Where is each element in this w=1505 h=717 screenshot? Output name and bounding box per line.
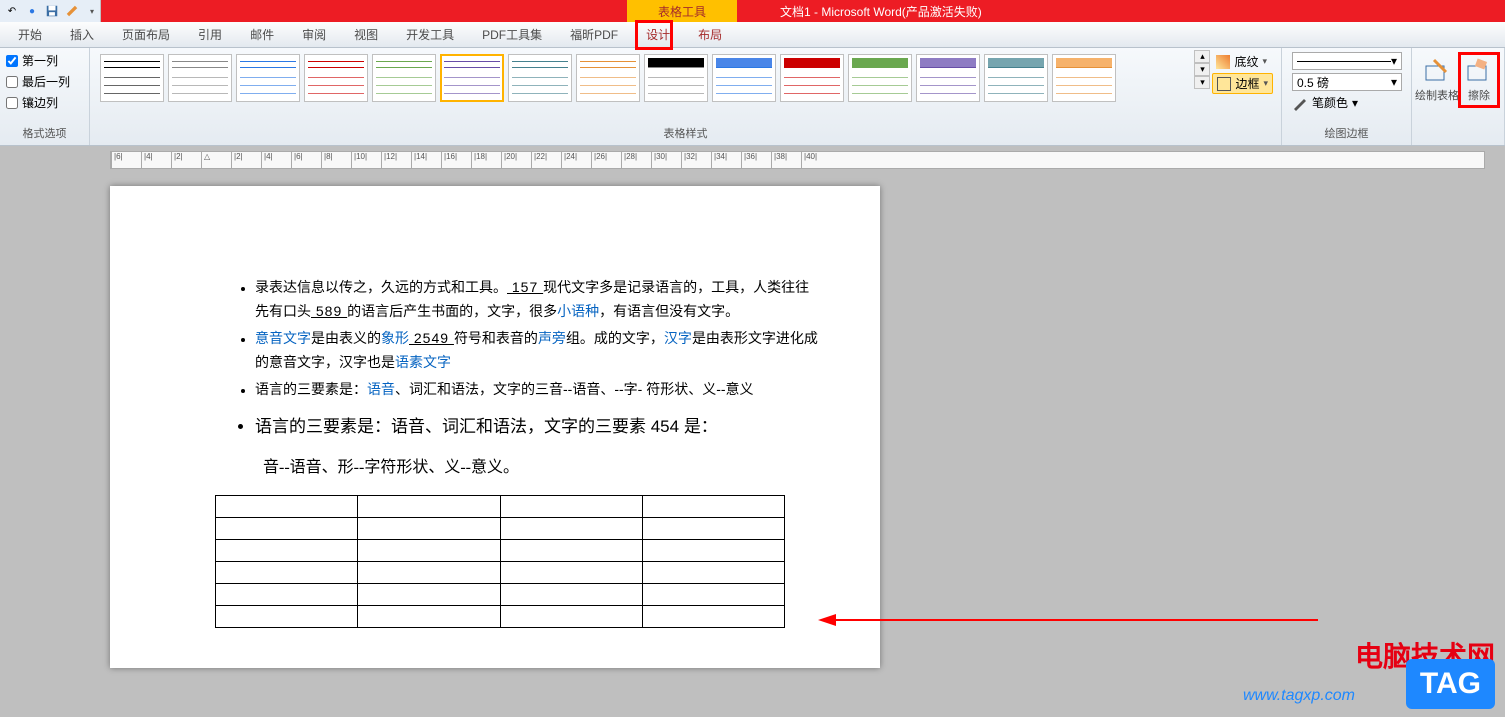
paint-bucket-icon xyxy=(1216,55,1230,69)
style-swatch-2[interactable] xyxy=(168,54,232,102)
group-table-styles: ▴ ▾ ▾ 底纹▾ 边框▾ 表格样式 xyxy=(90,48,1282,145)
link-xiangxing[interactable]: 象形 xyxy=(381,330,409,346)
style-options-checks: 第一列 最后一列 镶边列 xyxy=(6,50,83,111)
qat-dropdown-icon[interactable]: ▾ xyxy=(84,3,100,19)
link-shengpang[interactable]: 声旁 xyxy=(538,330,566,346)
plain-line[interactable]: 音--语音、形--字符形状、义--意义。 xyxy=(263,453,820,477)
pen-color-button[interactable]: 笔颜色▾ xyxy=(1292,94,1401,111)
style-swatch-15[interactable] xyxy=(1052,54,1116,102)
group-label-draw-borders: 绘图边框 xyxy=(1288,125,1405,143)
ribbon-tabs: 开始 插入 页面布局 引用 邮件 审阅 视图 开发工具 PDF工具集 福昕PDF… xyxy=(0,22,1505,48)
checkbox-first-column[interactable] xyxy=(6,55,18,67)
gallery-scroll-up[interactable]: ▴ xyxy=(1194,50,1210,63)
style-swatch-13[interactable] xyxy=(916,54,980,102)
border-icon xyxy=(1217,77,1231,91)
document-canvas: |6||4||2|△ |2||4||6||8| |10||12||14||16|… xyxy=(0,146,1505,717)
pencil-table-icon xyxy=(1423,57,1451,85)
save-icon[interactable] xyxy=(44,3,60,19)
style-swatch-12[interactable] xyxy=(848,54,912,102)
tab-review[interactable]: 审阅 xyxy=(288,22,340,48)
draw-table-button[interactable]: 绘制表格 xyxy=(1416,52,1458,108)
style-swatch-6-selected[interactable] xyxy=(440,54,504,102)
undo-icon[interactable]: ↶ xyxy=(4,3,20,19)
window-title: 文档1 - Microsoft Word(产品激活失败) xyxy=(780,3,982,20)
link-yiyinwenzi[interactable]: 意音文字 xyxy=(255,330,311,346)
check-banded-columns[interactable]: 镶边列 xyxy=(6,94,83,111)
tab-table-layout[interactable]: 布局 xyxy=(684,22,736,48)
style-swatch-11[interactable] xyxy=(780,54,844,102)
table-row[interactable] xyxy=(216,539,785,561)
table-row[interactable] xyxy=(216,583,785,605)
edit-icon[interactable] xyxy=(64,3,80,19)
bullet-1[interactable]: 录表达信息以传之，久远的方式和工具。 157 现代文字多是记录语言的，工具，人类… xyxy=(255,276,820,325)
table-styles-gallery xyxy=(96,50,1194,106)
tab-page-layout[interactable]: 页面布局 xyxy=(108,22,184,48)
tab-foxit-pdf[interactable]: 福昕PDF xyxy=(556,22,632,48)
group-style-options: 第一列 最后一列 镶边列 格式选项 xyxy=(0,48,90,145)
shading-button[interactable]: 底纹▾ xyxy=(1212,52,1273,71)
shading-borders-buttons: 底纹▾ 边框▾ xyxy=(1210,50,1275,96)
check-last-column[interactable]: 最后一列 xyxy=(6,73,83,90)
title-bar: ↶ ● ▾ 表格工具 文档1 - Microsoft Word(产品激活失败) xyxy=(0,0,1505,22)
link-xiaoyuzhong[interactable]: 小语种 xyxy=(557,303,599,319)
document-table[interactable] xyxy=(215,495,785,628)
bullet-4[interactable]: 语言的三要素是：语音、词汇和语法，文字的三要素 454 是： xyxy=(255,412,820,437)
tab-table-design[interactable]: 设计 xyxy=(632,22,684,48)
group-label-style-options: 格式选项 xyxy=(6,125,83,143)
link-yusu[interactable]: 语素文字 xyxy=(395,354,451,370)
tab-pdf-tools[interactable]: PDF工具集 xyxy=(468,22,556,48)
erase-button[interactable]: 擦除 xyxy=(1458,52,1500,108)
style-swatch-9[interactable] xyxy=(644,54,708,102)
watermark-url: www.tagxp.com xyxy=(1243,687,1355,705)
horizontal-ruler[interactable]: |6||4||2|△ |2||4||6||8| |10||12||14||16|… xyxy=(110,151,1485,169)
style-swatch-1[interactable] xyxy=(100,54,164,102)
quick-access-toolbar: ↶ ● ▾ xyxy=(0,0,101,22)
bullet-icon[interactable]: ● xyxy=(24,3,40,19)
style-swatch-10[interactable] xyxy=(712,54,776,102)
group-draw-borders-controls: ▾ 0.5 磅▾ 笔颜色▾ 绘图边框 xyxy=(1282,48,1412,145)
tab-insert[interactable]: 插入 xyxy=(56,22,108,48)
check-first-column[interactable]: 第一列 xyxy=(6,52,83,69)
eraser-icon xyxy=(1465,57,1493,85)
tab-references[interactable]: 引用 xyxy=(184,22,236,48)
style-swatch-14[interactable] xyxy=(984,54,1048,102)
gallery-more[interactable]: ▾ xyxy=(1194,76,1210,89)
link-hanzi[interactable]: 汉字 xyxy=(664,330,692,346)
chevron-down-icon: ▾ xyxy=(1262,56,1267,67)
link-yuyin[interactable]: 语音 xyxy=(367,381,395,397)
big-bullet: 语言的三要素是：语音、词汇和语法，文字的三要素 454 是： xyxy=(215,412,820,437)
border-weight-select[interactable]: 0.5 磅▾ xyxy=(1292,73,1402,91)
group-label-table-styles: 表格样式 xyxy=(96,125,1275,143)
style-swatch-3[interactable] xyxy=(236,54,300,102)
checkbox-last-column[interactable] xyxy=(6,76,18,88)
group-draw-erase: 绘制表格 擦除 xyxy=(1412,48,1505,145)
tab-view[interactable]: 视图 xyxy=(340,22,392,48)
annotation-arrow xyxy=(818,610,1318,630)
table-row[interactable] xyxy=(216,495,785,517)
bullet-3[interactable]: 语言的三要素是：语音、词汇和语法，文字的三音--语音、--字- 符形状、义--意… xyxy=(255,378,820,402)
borders-button[interactable]: 边框▾ xyxy=(1212,73,1273,94)
table-row[interactable] xyxy=(216,561,785,583)
table-row[interactable] xyxy=(216,605,785,627)
gallery-scroll: ▴ ▾ ▾ xyxy=(1194,50,1210,89)
tab-start[interactable]: 开始 xyxy=(4,22,56,48)
checkbox-banded-columns[interactable] xyxy=(6,97,18,109)
style-swatch-4[interactable] xyxy=(304,54,368,102)
style-swatch-5[interactable] xyxy=(372,54,436,102)
tab-developer[interactable]: 开发工具 xyxy=(392,22,468,48)
pen-icon xyxy=(1292,95,1308,111)
document-page[interactable]: 录表达信息以传之，久远的方式和工具。 157 现代文字多是记录语言的，工具，人类… xyxy=(110,186,880,668)
table-row[interactable] xyxy=(216,517,785,539)
style-swatch-7[interactable] xyxy=(508,54,572,102)
bullet-list: 录表达信息以传之，久远的方式和工具。 157 现代文字多是记录语言的，工具，人类… xyxy=(215,276,820,402)
watermark-tag: TAG xyxy=(1406,659,1495,709)
chevron-down-icon: ▾ xyxy=(1263,78,1268,89)
context-tab-table-tools: 表格工具 xyxy=(627,0,737,22)
ribbon: 第一列 最后一列 镶边列 格式选项 xyxy=(0,48,1505,146)
style-swatch-8[interactable] xyxy=(576,54,640,102)
bullet-2[interactable]: 意音文字是由表义的象形 2549 符号和表音的声旁组。成的文字，汉字是由表形文字… xyxy=(255,327,820,376)
gallery-scroll-down[interactable]: ▾ xyxy=(1194,63,1210,76)
tab-mailings[interactable]: 邮件 xyxy=(236,22,288,48)
border-style-select[interactable]: ▾ xyxy=(1292,52,1402,70)
